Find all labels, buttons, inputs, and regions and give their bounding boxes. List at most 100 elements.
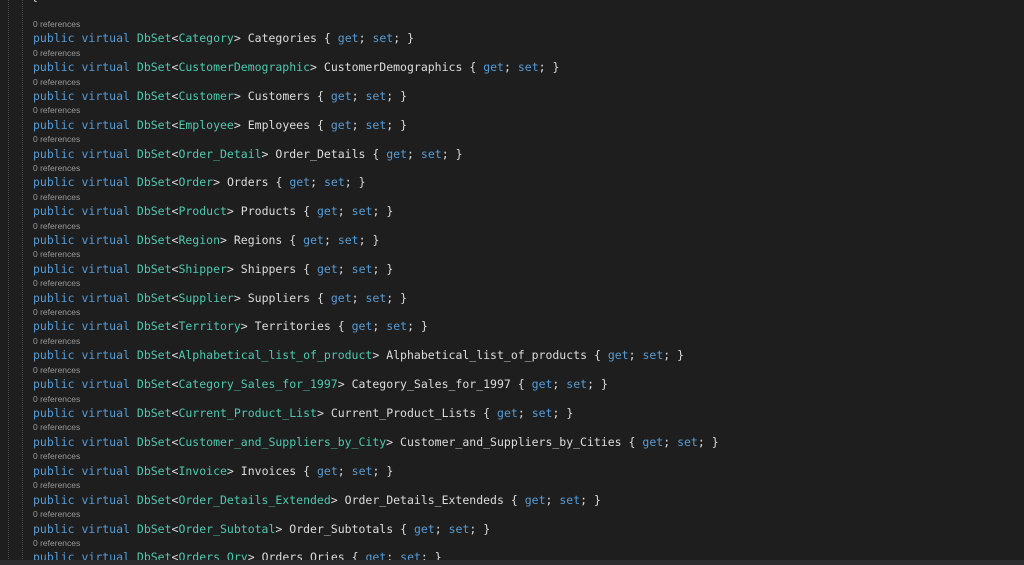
accessor-set: set [323,175,345,189]
keyword-public: public [33,493,75,507]
codelens-references[interactable]: 0 references [33,105,80,115]
type-dbset: DbSet [136,464,172,478]
property-name: Territories [254,319,331,333]
code-line[interactable]: public virtual DbSet<Category> Categorie… [33,31,414,45]
type-dbset: DbSet [136,89,172,103]
code-line[interactable]: public virtual DbSet<Territory> Territor… [33,319,428,333]
accessor-get: get [330,291,352,305]
property-name: CustomerDemographics [323,60,463,74]
semicolon: ; [386,291,394,305]
code-line[interactable]: public virtual DbSet<Supplier> Suppliers… [33,291,407,305]
type-dbset: DbSet [136,348,172,362]
accessor-get: get [386,147,408,161]
brace-open: { [517,377,525,391]
accessor-get: get [351,319,373,333]
codelens-references[interactable]: 0 references [33,509,80,519]
codelens-references[interactable]: 0 references [33,19,80,29]
codelens-references[interactable]: 0 references [33,48,80,58]
code-line[interactable]: public virtual DbSet<Current_Product_Lis… [33,406,573,420]
code-line[interactable]: public virtual DbSet<Customer> Customers… [33,89,407,103]
codelens-references[interactable]: 0 references [33,394,80,404]
semicolon: ; [358,233,366,247]
keyword-virtual: virtual [81,204,130,218]
accessor-get: get [497,406,518,420]
brace-close: } [594,493,601,507]
brace-close: } [407,31,415,45]
semicolon: ; [372,262,380,276]
semicolon: ; [351,291,359,305]
generic-close: > [226,464,234,478]
property-name: Employees [247,118,311,132]
accessor-set: set [677,435,698,449]
codelens-references[interactable]: 0 references [33,163,80,173]
type-dbset: DbSet [136,319,172,333]
code-line[interactable]: public virtual DbSet<Shipper> Shippers {… [33,262,393,276]
generic-close: > [337,377,345,391]
semicolon: ; [407,319,414,333]
codelens-references[interactable]: 0 references [33,192,80,202]
entity-type: Product [178,204,227,218]
codelens-references[interactable]: 0 references [33,538,80,548]
indent-guide [8,0,9,565]
codelens-references[interactable]: 0 references [33,134,80,144]
code-line[interactable]: public virtual DbSet<Order_Details_Exten… [33,493,601,507]
code-line[interactable]: public virtual DbSet<Region> Regions { g… [33,233,379,247]
entity-type: Customer [178,89,234,103]
brace-open: { [337,319,345,333]
code-line[interactable]: public virtual DbSet<Category_Sales_for_… [33,377,608,391]
generic-close: > [240,319,248,333]
brace-open: { [628,435,636,449]
entity-type: Supplier [178,291,234,305]
property-name: Customer_and_Suppliers_by_Cities [400,435,622,449]
brace-open: { [483,406,491,420]
brace-open: { [316,89,324,103]
open-brace: { [31,0,38,3]
type-dbset: DbSet [136,291,172,305]
code-line[interactable]: public virtual DbSet<Order> Orders { get… [33,175,366,189]
keyword-public: public [33,464,75,478]
code-line[interactable]: public virtual DbSet<Employee> Employees… [33,118,407,132]
property-name: Suppliers [247,291,311,305]
codelens-references[interactable]: 0 references [33,365,80,375]
codelens-references[interactable]: 0 references [33,422,80,432]
accessor-set: set [365,291,387,305]
brace-open: { [593,348,601,362]
codelens-references[interactable]: 0 references [33,336,80,346]
property-name: Invoices [240,464,297,478]
entity-type: Territory [178,319,241,333]
horizontal-scrollbar[interactable] [0,560,1024,565]
code-line[interactable]: public virtual DbSet<Order_Subtotal> Ord… [33,522,490,536]
code-line[interactable]: public virtual DbSet<Product> Products {… [33,204,393,218]
generic-close: > [233,89,241,103]
keyword-virtual: virtual [81,89,130,103]
codelens-references[interactable]: 0 references [33,451,80,461]
entity-type: Current_Product_List [178,406,317,420]
keyword-virtual: virtual [81,435,130,449]
code-editor[interactable]: { 0 references public virtual DbSet<Categ… [0,0,1024,565]
codelens-references[interactable]: 0 references [33,480,80,490]
generic-close: > [220,233,227,247]
entity-type: Order [178,175,214,189]
semicolon: ; [587,377,595,391]
brace-close: } [420,319,428,333]
type-dbset: DbSet [136,493,172,507]
codelens-references[interactable]: 0 references [33,278,80,288]
codelens-references[interactable]: 0 references [33,249,80,259]
property-name: Order_Details [275,147,366,161]
semicolon: ; [358,31,366,45]
code-line[interactable]: public virtual DbSet<Alphabetical_list_o… [33,348,684,362]
brace-open: { [400,522,407,536]
brace-close: } [552,60,560,74]
codelens-references[interactable]: 0 references [33,77,80,87]
codelens-references[interactable]: 0 references [33,221,80,231]
code-line[interactable]: public virtual DbSet<CustomerDemographic… [33,60,559,74]
code-line[interactable]: public virtual DbSet<Order_Detail> Order… [33,147,463,161]
brace-close: } [566,406,574,420]
code-line[interactable]: public virtual DbSet<Invoice> Invoices {… [33,464,393,478]
keyword-virtual: virtual [81,233,130,247]
code-line[interactable]: public virtual DbSet<Customer_and_Suppli… [33,435,719,449]
codelens-references[interactable]: 0 references [33,307,80,317]
semicolon: ; [517,406,525,420]
accessor-set: set [420,147,442,161]
accessor-get: get [317,262,338,276]
